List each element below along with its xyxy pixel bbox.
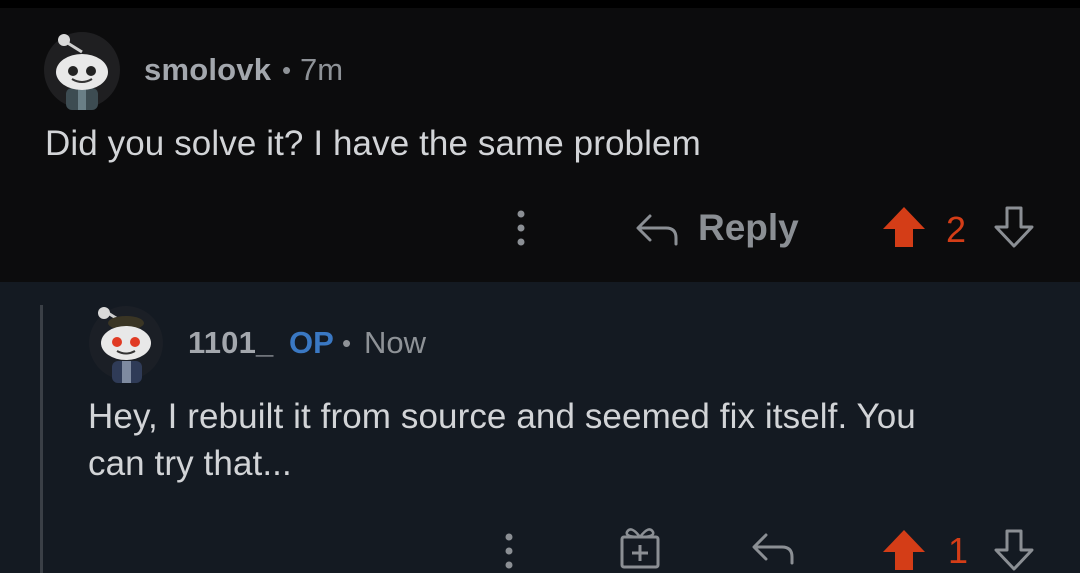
vote-score: 1 xyxy=(948,530,969,571)
comment-timestamp: Now xyxy=(364,325,427,360)
comment-username[interactable]: 1101_ xyxy=(188,325,274,361)
more-options-button[interactable] xyxy=(494,528,524,573)
vote-score: 2 xyxy=(946,209,967,250)
downvote-arrow-icon xyxy=(994,529,1034,571)
comment-body-line-2: can try that... xyxy=(88,444,292,483)
op-badge: OP xyxy=(289,325,334,360)
reply-label: Reply xyxy=(698,207,799,248)
gift-award-icon xyxy=(620,528,660,569)
user-avatar[interactable] xyxy=(86,303,166,383)
upvote-arrow-icon xyxy=(883,530,925,570)
comment-body-line-1: Hey, I rebuilt it from source and seemed… xyxy=(88,397,916,436)
downvote-arrow-icon xyxy=(994,206,1034,248)
comment-body: Did you solve it? I have the same proble… xyxy=(45,124,701,163)
award-button[interactable] xyxy=(616,523,664,569)
meta-separator: • xyxy=(342,328,352,358)
reply-arrow-icon xyxy=(636,214,678,246)
top-strip xyxy=(0,0,1080,8)
more-vertical-icon xyxy=(505,533,513,568)
user-avatar[interactable] xyxy=(42,30,122,110)
more-vertical-icon xyxy=(517,210,525,246)
comment-username[interactable]: smolovk xyxy=(144,52,271,88)
upvote-button[interactable] xyxy=(880,527,928,573)
reply-arrow-icon xyxy=(752,533,794,565)
reply-button[interactable]: Reply xyxy=(630,205,800,255)
upvote-button[interactable] xyxy=(880,204,928,250)
thread-line[interactable] xyxy=(40,305,43,573)
downvote-button[interactable] xyxy=(992,204,1036,250)
downvote-button[interactable] xyxy=(992,527,1036,573)
comment-timestamp: 7m xyxy=(300,52,344,87)
reply-button[interactable] xyxy=(748,527,798,571)
more-options-button[interactable] xyxy=(506,206,536,250)
upvote-arrow-icon xyxy=(883,207,925,247)
meta-separator: • xyxy=(282,55,292,85)
